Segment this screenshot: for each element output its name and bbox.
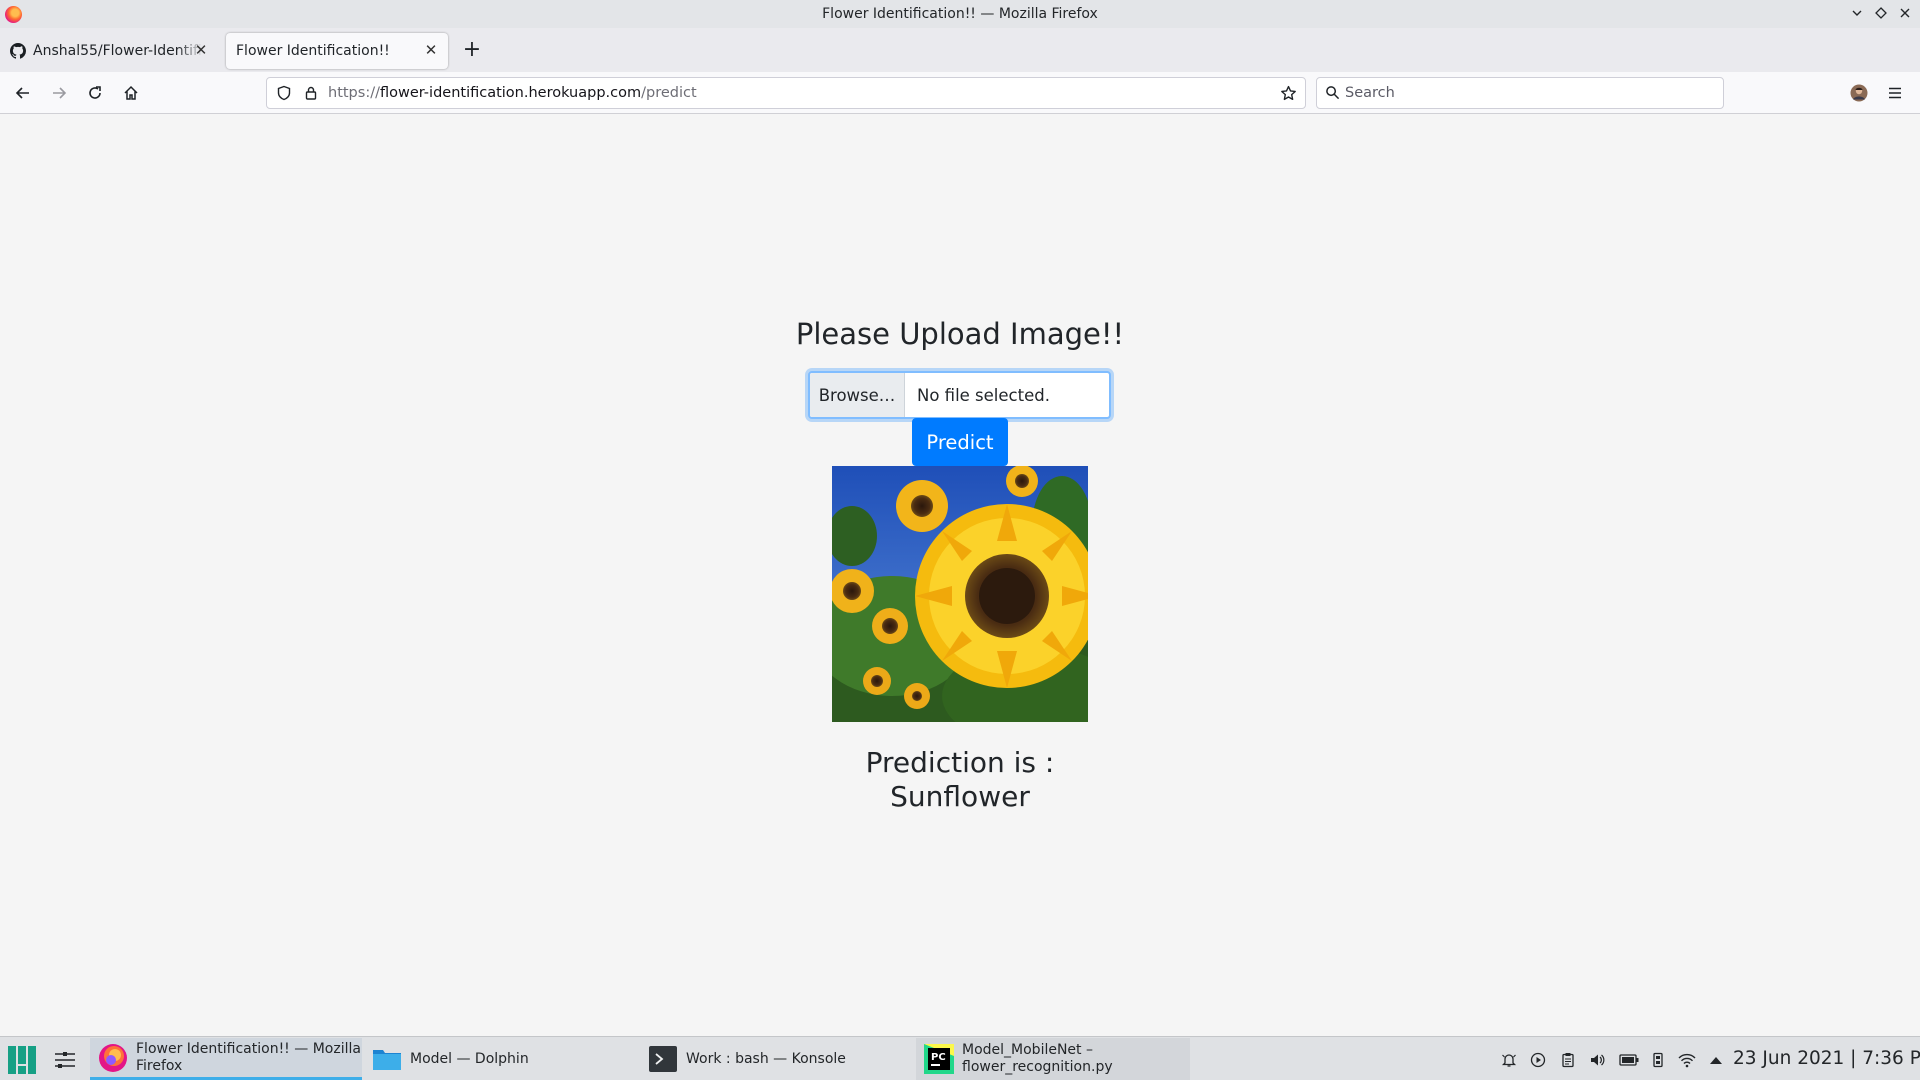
shield-icon[interactable]: [276, 85, 292, 105]
task-title-line2: flower_recognition.py: [962, 1059, 1113, 1075]
bookmark-star-icon[interactable]: [1280, 85, 1297, 106]
task-pycharm[interactable]: PC Model_MobileNet – flower_recognition.p…: [916, 1038, 1190, 1080]
forward-icon[interactable]: [47, 81, 71, 105]
upload-heading: Please Upload Image!!: [795, 317, 1125, 351]
wifi-icon[interactable]: [1678, 1051, 1696, 1069]
task-konsole[interactable]: Work : bash — Konsole: [640, 1038, 914, 1080]
search-icon: [1325, 85, 1340, 104]
close-window-icon[interactable]: [1896, 4, 1914, 22]
close-tab-icon[interactable]: ✕: [422, 41, 440, 59]
hamburger-menu-icon[interactable]: [1883, 81, 1907, 105]
taskbar: Flower Identification!! — Mozilla Firefox…: [0, 1036, 1920, 1080]
svg-text:PC: PC: [931, 1052, 946, 1063]
volume-icon[interactable]: [1588, 1051, 1606, 1069]
account-avatar-icon[interactable]: [1847, 81, 1871, 105]
task-firefox[interactable]: Flower Identification!! — Mozilla Firefox: [90, 1038, 362, 1080]
task-dolphin[interactable]: Model — Dolphin: [364, 1038, 638, 1080]
tab-strip: Anshal55/Flower-Identification ✕ Flower …: [0, 28, 1920, 72]
minimize-icon[interactable]: [1848, 4, 1866, 22]
battery-icon[interactable]: [1618, 1051, 1640, 1069]
task-switcher-icon[interactable]: [53, 1048, 77, 1076]
tab-flower-identification[interactable]: Flower Identification!! ✕: [226, 33, 448, 69]
page-content: Please Upload Image!! Browse… No file se…: [0, 114, 1920, 1036]
task-title-line1: Flower Identification!! — Mozilla: [136, 1040, 361, 1057]
reload-icon[interactable]: [83, 81, 107, 105]
lock-icon[interactable]: [303, 85, 319, 105]
prediction-value: Sunflower: [890, 780, 1030, 813]
url-host: flower-identification.herokuapp.com: [379, 85, 642, 101]
system-clock[interactable]: 23 Jun 2021 | 7:36 PM: [1733, 1048, 1920, 1069]
back-icon[interactable]: [11, 81, 35, 105]
maximize-icon[interactable]: [1872, 4, 1890, 22]
home-icon[interactable]: [119, 81, 143, 105]
url-text[interactable]: https://flower-identification.herokuapp.…: [328, 85, 697, 101]
tab-label: Anshal55/Flower-Identification: [33, 43, 203, 59]
github-icon: [10, 43, 26, 59]
window-title: Flower Identification!! — Mozilla Firefo…: [822, 6, 1098, 22]
expand-tray-icon[interactable]: [1707, 1051, 1725, 1069]
task-title-line2: Firefox: [136, 1057, 183, 1074]
firefox-icon: [5, 6, 22, 23]
url-bar[interactable]: https://flower-identification.herokuapp.…: [266, 77, 1306, 109]
media-player-icon[interactable]: [1529, 1051, 1547, 1069]
url-protocol: https://: [328, 85, 380, 101]
tab-label: Flower Identification!!: [236, 43, 390, 59]
app-launcher-icon[interactable]: [8, 1046, 36, 1078]
prediction-label: Prediction is :: [865, 746, 1055, 779]
firefox-icon: [98, 1043, 128, 1073]
prediction-result: Prediction is : Sunflower: [0, 746, 1920, 814]
window-titlebar: Flower Identification!! — Mozilla Firefo…: [0, 0, 1920, 28]
folder-icon: [372, 1044, 402, 1074]
task-title: Model — Dolphin: [410, 1050, 529, 1067]
clipboard-icon[interactable]: [1559, 1051, 1577, 1069]
terminal-icon: [648, 1044, 678, 1074]
file-status-text: No file selected.: [917, 385, 1050, 405]
device-notifier-icon[interactable]: [1649, 1051, 1667, 1069]
task-title-line1: Model_MobileNet –: [962, 1042, 1093, 1058]
search-bar[interactable]: [1316, 77, 1724, 109]
uploaded-flower-image: [832, 466, 1088, 722]
browse-button[interactable]: Browse…: [810, 373, 905, 417]
pycharm-icon: PC: [924, 1044, 954, 1074]
tab-github[interactable]: Anshal55/Flower-Identification ✕: [0, 33, 218, 69]
nav-toolbar: https://flower-identification.herokuapp.…: [0, 72, 1920, 114]
notifications-icon[interactable]: [1500, 1051, 1518, 1069]
file-upload-input[interactable]: Browse… No file selected.: [808, 371, 1111, 419]
new-tab-icon[interactable]: +: [460, 39, 484, 63]
close-tab-icon[interactable]: ✕: [192, 41, 210, 59]
task-title: Work : bash — Konsole: [686, 1050, 846, 1067]
predict-button[interactable]: Predict: [912, 418, 1008, 466]
search-input[interactable]: [1345, 83, 1715, 103]
url-path: /predict: [641, 85, 697, 101]
